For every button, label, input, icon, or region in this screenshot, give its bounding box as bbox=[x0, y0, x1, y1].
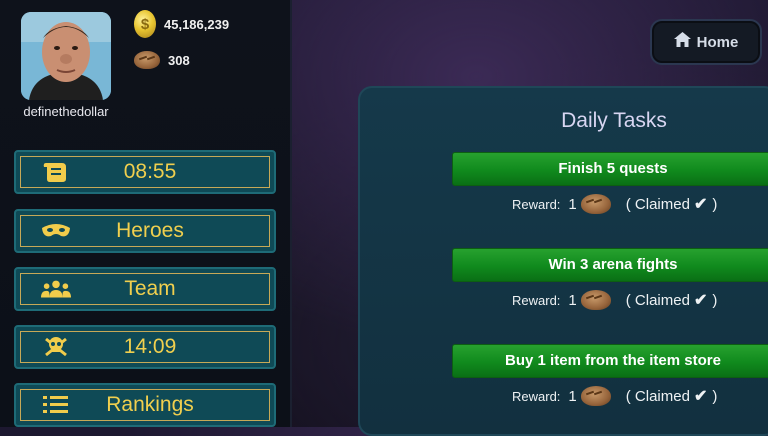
coins-display: $ 45,186,239 bbox=[134, 10, 229, 38]
menu-button-arena[interactable]: 14:09 bbox=[14, 325, 276, 369]
reward-count: 1 bbox=[568, 195, 577, 213]
reward-label: Reward: bbox=[512, 292, 561, 308]
claimed-status: ( Claimed bbox=[625, 291, 690, 309]
mask-icon bbox=[41, 219, 71, 243]
team-icon bbox=[41, 277, 71, 301]
username: definethedollar bbox=[23, 104, 109, 119]
bread-icon bbox=[580, 386, 611, 406]
bread-display: 308 bbox=[134, 46, 190, 74]
scroll-icon bbox=[41, 160, 71, 184]
reward-label: Reward: bbox=[512, 388, 561, 404]
menu-button-heroes[interactable]: Heroes bbox=[14, 209, 276, 253]
task-title: Finish 5 quests bbox=[558, 160, 668, 177]
daily-tasks-title: Daily Tasks bbox=[561, 109, 667, 132]
menu-button-team[interactable]: Team bbox=[14, 267, 276, 311]
list-icon bbox=[41, 393, 71, 417]
task-bar[interactable]: Win 3 arena fights bbox=[452, 248, 768, 282]
reward-count: 1 bbox=[568, 387, 577, 405]
claimed-status-end: ) bbox=[712, 291, 718, 309]
bread-icon bbox=[134, 51, 160, 69]
checkmark-icon: ✔ bbox=[693, 292, 708, 309]
home-label: Home bbox=[696, 33, 739, 51]
checkmark-icon: ✔ bbox=[693, 196, 708, 213]
gold-coin-icon: $ bbox=[134, 10, 156, 38]
skull-crossbones-icon bbox=[41, 335, 71, 359]
checkmark-icon: ✔ bbox=[693, 388, 708, 405]
home-button[interactable]: Home bbox=[650, 19, 762, 65]
claimed-status: ( Claimed bbox=[625, 387, 690, 405]
task-reward-row: Reward: 1 ( Claimed ✔ ) bbox=[512, 193, 717, 215]
task-title: Win 3 arena fights bbox=[548, 256, 678, 273]
avatar[interactable] bbox=[21, 12, 111, 100]
bread-icon bbox=[580, 290, 611, 310]
avatar-portrait bbox=[21, 12, 111, 100]
menu-button-rankings[interactable]: Rankings bbox=[14, 383, 276, 427]
bread-value: 308 bbox=[168, 52, 190, 68]
claimed-status-end: ) bbox=[712, 195, 718, 213]
task-title: Buy 1 item from the item store bbox=[505, 352, 721, 369]
reward-count: 1 bbox=[568, 291, 577, 309]
task-bar[interactable]: Buy 1 item from the item store bbox=[452, 344, 768, 378]
task-reward-row: Reward: 1 ( Claimed ✔ ) bbox=[512, 385, 717, 407]
reward-label: Reward: bbox=[512, 196, 561, 212]
bread-icon bbox=[580, 194, 611, 214]
menu-button-quests[interactable]: 08:55 bbox=[14, 150, 276, 194]
coins-value: 45,186,239 bbox=[164, 16, 230, 32]
claimed-status: ( Claimed bbox=[625, 195, 690, 213]
task-bar[interactable]: Finish 5 quests bbox=[452, 152, 768, 186]
claimed-status-end: ) bbox=[712, 387, 718, 405]
task-reward-row: Reward: 1 ( Claimed ✔ ) bbox=[512, 289, 717, 311]
home-icon bbox=[673, 32, 691, 52]
